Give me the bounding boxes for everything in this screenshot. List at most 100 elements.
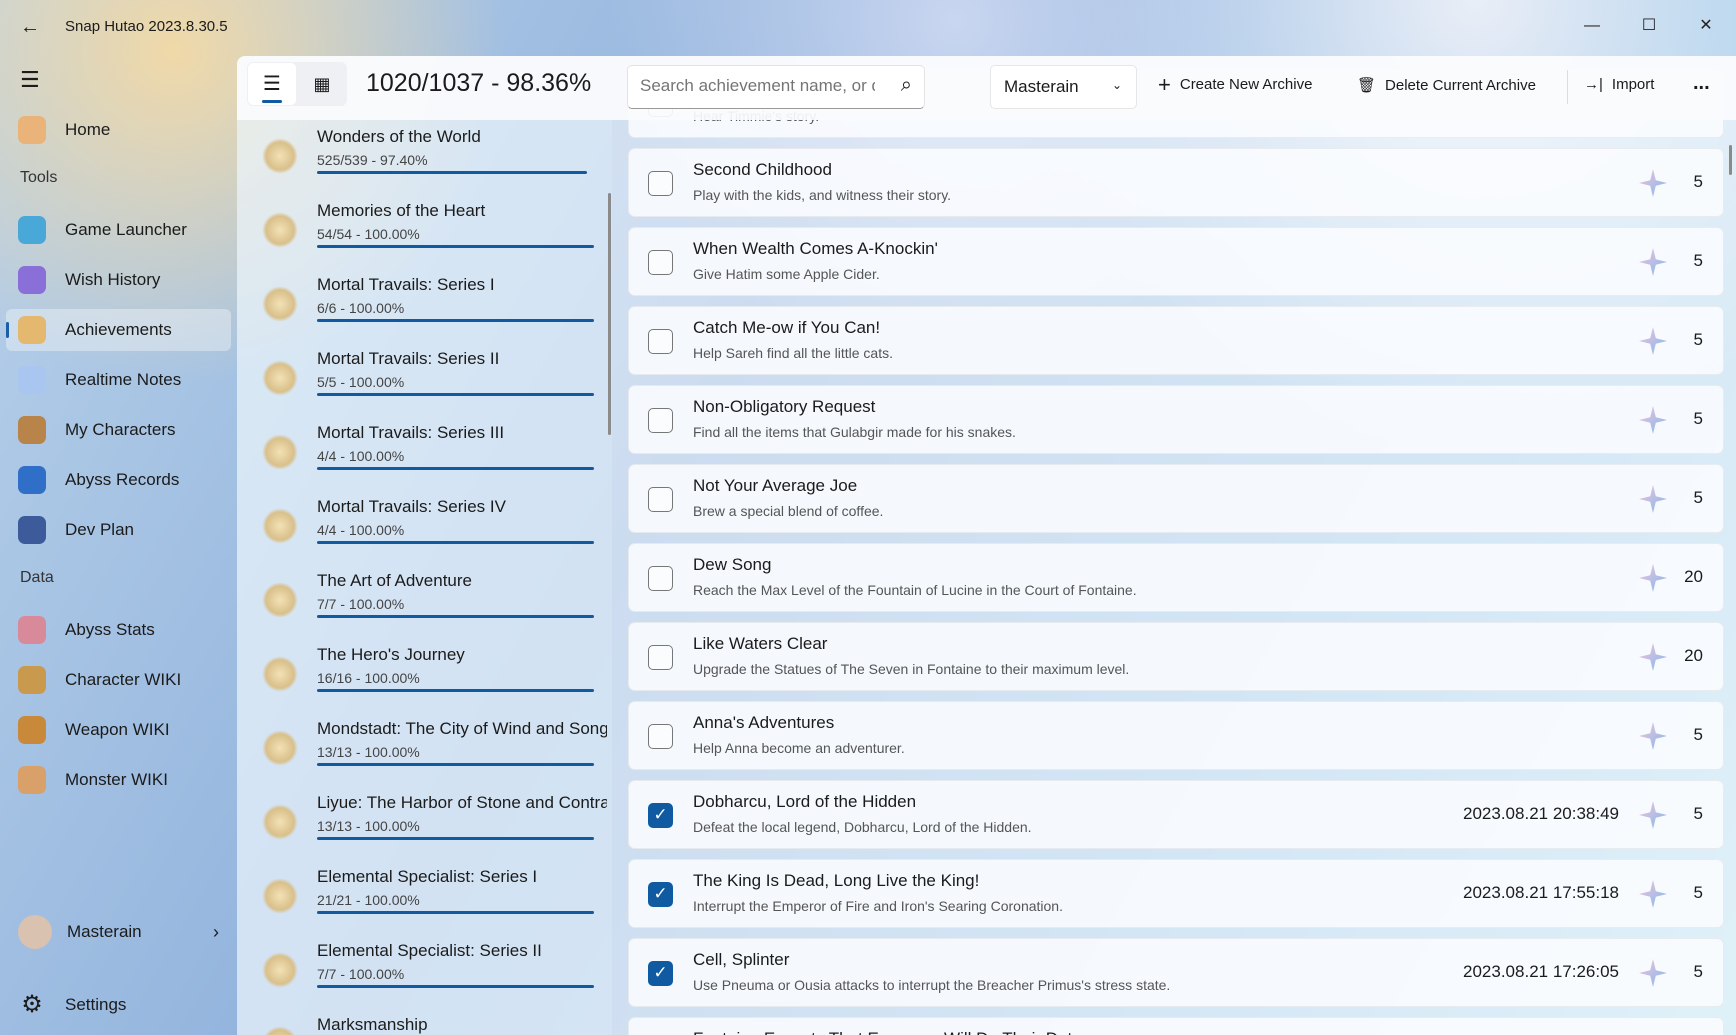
category-item[interactable]: Elemental Specialist: Series II 7/7 - 100…: [237, 934, 612, 1008]
achievement-row: ✓ Cell, Splinter Use Pneuma or Ousia attac…: [628, 938, 1724, 1007]
completion-stats: 1020/1037 - 98.36%: [366, 69, 592, 97]
sidebar-item-realtime-notes[interactable]: Realtime Notes: [6, 359, 231, 401]
sidebar-item-weapon-wiki[interactable]: Weapon WIKI: [6, 709, 231, 751]
maximize-button[interactable]: ☐: [1629, 10, 1669, 42]
achievement-title: Anna's Adventures: [693, 713, 835, 732]
category-item[interactable]: Mortal Travails: Series II 5/5 - 100.00%: [237, 342, 612, 416]
nav-section-header: Data: [20, 569, 54, 586]
completion-date: 2023.08.21 17:55:18: [1463, 883, 1619, 902]
search-icon[interactable]: ⌕: [901, 74, 912, 97]
import-label: Import: [1611, 76, 1655, 93]
category-progress-bar: [317, 911, 594, 914]
minimize-button[interactable]: —: [1572, 10, 1612, 42]
sidebar-item-label: Game Launcher: [65, 220, 187, 239]
achievement-scrollbar[interactable]: [1729, 145, 1732, 175]
nav-section-header: Tools: [20, 169, 58, 186]
achievement-checkbox[interactable]: [648, 329, 673, 354]
primogem-icon: [1639, 643, 1667, 671]
user-account-button[interactable]: Masterain ›: [6, 911, 231, 953]
sidebar-item-abyss-records[interactable]: Abyss Records: [6, 459, 231, 501]
grid-view-icon[interactable]: ▦: [299, 63, 345, 105]
category-emblem-icon: [262, 360, 298, 396]
sidebar-item-label: Weapon WIKI: [65, 720, 170, 739]
delete-archive-button[interactable]: 🗑 Delete Current Archive: [1357, 76, 1536, 95]
category-progress-bar: [317, 615, 594, 618]
achievement-description: Defeat the local legend, Dobharcu, Lord …: [693, 819, 1032, 835]
completion-date: 2023.08.21 17:26:05: [1463, 962, 1619, 981]
sidebar-item-wish-history[interactable]: Wish History: [6, 259, 231, 301]
category-emblem-icon: [262, 878, 298, 914]
sidebar-item-label: Abyss Stats: [65, 620, 155, 639]
achievement-row: Not Your Average Joe Brew a special blend…: [628, 464, 1724, 533]
weapon-wiki-icon: [18, 716, 46, 744]
more-options-button[interactable]: ...: [1693, 72, 1710, 95]
sidebar-item-character-wiki[interactable]: Character WIKI: [6, 659, 231, 701]
category-item[interactable]: Mortal Travails: Series IV 4/4 - 100.00%: [237, 490, 612, 564]
category-scrollbar[interactable]: [608, 193, 611, 435]
create-archive-button[interactable]: + Create New Archive: [1158, 73, 1312, 95]
category-list: Wonders of the World 525/539 - 97.40% Memo…: [237, 120, 612, 1035]
achievement-row: Second Childhood Play with the kids, and …: [628, 148, 1724, 217]
category-item[interactable]: Marksmanship: [237, 1008, 612, 1035]
sidebar-item-dev-plan[interactable]: Dev Plan: [6, 509, 231, 551]
achievement-description: Help Sareh find all the little cats.: [693, 345, 893, 361]
sidebar-item-my-characters[interactable]: My Characters: [6, 409, 231, 451]
category-progress-bar: [317, 319, 594, 322]
category-item[interactable]: Elemental Specialist: Series I 21/21 - 10…: [237, 860, 612, 934]
close-button[interactable]: ✕: [1686, 10, 1726, 42]
category-progress-bar: [317, 985, 594, 988]
category-progress-text: 13/13 - 100.00%: [317, 744, 420, 760]
achievements-icon: [18, 316, 46, 344]
search-field[interactable]: [640, 76, 875, 96]
reward-points: 5: [1693, 330, 1703, 349]
sidebar-item-home[interactable]: Home: [6, 109, 231, 151]
category-item[interactable]: Mortal Travails: Series III 4/4 - 100.00%: [237, 416, 612, 490]
sidebar-item-settings[interactable]: ⚙ Settings: [6, 984, 231, 1026]
search-input[interactable]: ⌕: [627, 65, 925, 109]
reward-points: 5: [1693, 488, 1703, 507]
title-bar: ← Snap Hutao 2023.8.30.5 — ☐ ✕: [0, 0, 1736, 56]
achievement-checkbox[interactable]: ✓: [648, 803, 673, 828]
achievement-checkbox[interactable]: [648, 645, 673, 670]
category-item[interactable]: Mondstadt: The City of Wind and Song 13/1…: [237, 712, 612, 786]
category-item[interactable]: The Art of Adventure 7/7 - 100.00%: [237, 564, 612, 638]
abyss-records-icon: [18, 466, 46, 494]
sidebar-item-game-launcher[interactable]: Game Launcher: [6, 209, 231, 251]
my-characters-icon: [18, 416, 46, 444]
sidebar-item-label: Settings: [65, 995, 127, 1014]
achievement-checkbox[interactable]: [648, 487, 673, 512]
abyss-stats-icon: [18, 616, 46, 644]
back-arrow-icon[interactable]: ←: [20, 16, 40, 39]
category-item[interactable]: Mortal Travails: Series I 6/6 - 100.00%: [237, 268, 612, 342]
achievement-checkbox[interactable]: [648, 724, 673, 749]
achievements-page: ☰ ▦ 1020/1037 - 98.36% ⌕ Masterain ⌄ + Cr…: [237, 56, 1736, 1035]
achievement-title: Cell, Splinter: [693, 950, 790, 969]
achievement-checkbox[interactable]: [648, 250, 673, 275]
achievement-description: Give Hatim some Apple Cider.: [693, 266, 880, 282]
achievement-checkbox[interactable]: ✓: [648, 961, 673, 986]
primogem-icon: [1639, 406, 1667, 434]
import-button[interactable]: →| Import: [1584, 76, 1654, 93]
archive-dropdown[interactable]: Masterain ⌄: [990, 65, 1137, 109]
category-item[interactable]: The Hero's Journey 16/16 - 100.00%: [237, 638, 612, 712]
category-title: Mortal Travails: Series IV: [317, 497, 506, 516]
primogem-icon: [1639, 248, 1667, 276]
sidebar-item-abyss-stats[interactable]: Abyss Stats: [6, 609, 231, 651]
sidebar-item-monster-wiki[interactable]: Monster WIKI: [6, 759, 231, 801]
achievement-title: Second Childhood: [693, 160, 832, 179]
category-item[interactable]: Wonders of the World 525/539 - 97.40%: [237, 120, 612, 194]
sidebar-item-achievements[interactable]: Achievements: [6, 309, 231, 351]
hamburger-menu-icon[interactable]: ☰: [20, 67, 40, 93]
reward-points: 5: [1693, 409, 1703, 428]
achievement-checkbox[interactable]: [648, 566, 673, 591]
category-item[interactable]: Liyue: The Harbor of Stone and Contracts…: [237, 786, 612, 860]
achievement-checkbox[interactable]: ✓: [648, 882, 673, 907]
primogem-icon: [1639, 801, 1667, 829]
achievement-title: Not Your Average Joe: [693, 476, 858, 495]
achievement-checkbox[interactable]: [648, 408, 673, 433]
category-item[interactable]: Memories of the Heart 54/54 - 100.00%: [237, 194, 612, 268]
sidebar-item-label: Wish History: [65, 270, 161, 289]
achievement-checkbox[interactable]: [648, 171, 673, 196]
achievement-description: Help Anna become an adventurer.: [693, 740, 905, 756]
list-view-icon[interactable]: ☰: [248, 63, 296, 105]
